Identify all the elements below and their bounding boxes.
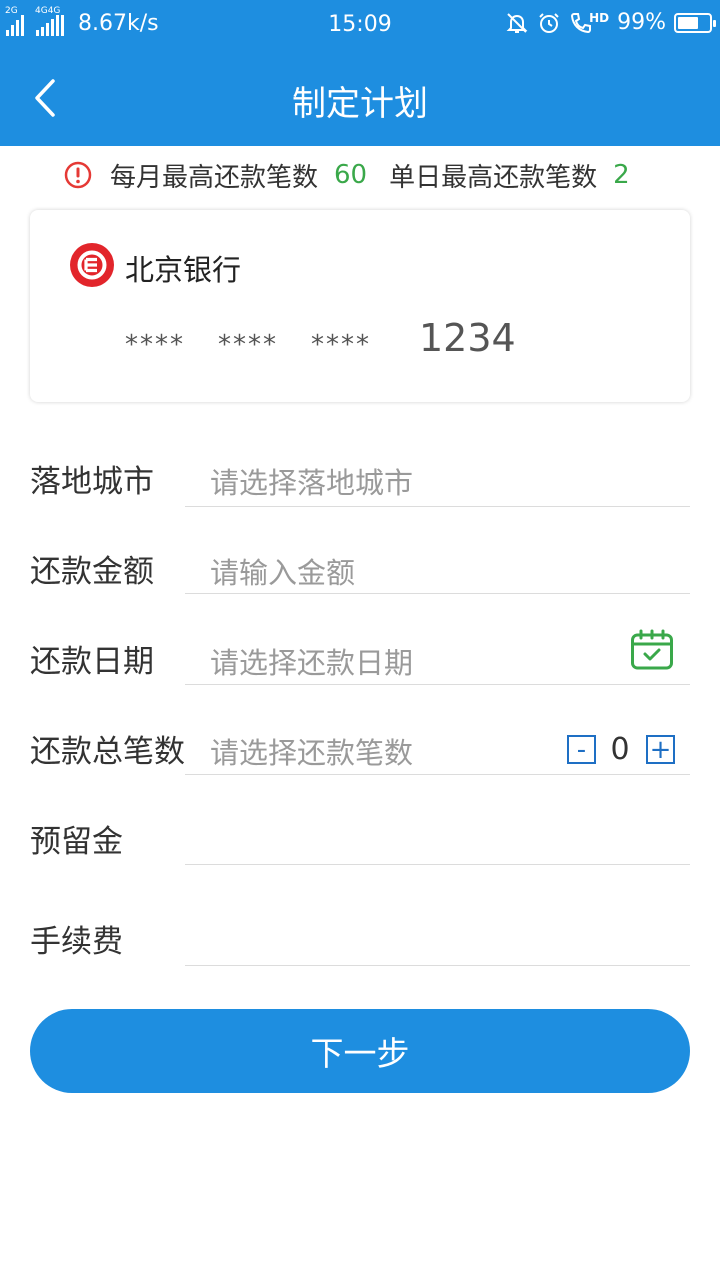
bell-off-icon (506, 12, 528, 33)
date-label: 还款日期 (30, 644, 154, 680)
date-field[interactable] (185, 620, 690, 685)
daily-limit-value: 2 (613, 160, 630, 190)
form-row-fee: 手续费 (0, 900, 720, 970)
card-number-mask: **** (218, 330, 278, 360)
city-label: 落地城市 (30, 464, 154, 500)
warning-circle-icon (64, 161, 92, 189)
next-step-button[interactable]: 下一步 (30, 1009, 690, 1093)
bank-logo-icon (70, 243, 114, 287)
fee-field[interactable] (185, 900, 690, 966)
status-bar: 2G 4G4G 8.67k/s 15:09 HD 99% (0, 0, 720, 50)
bank-name: 北京银行 (125, 253, 242, 287)
battery-icon (674, 12, 716, 33)
amount-label: 还款金额 (30, 554, 154, 590)
title-bar: 制定计划 (0, 50, 720, 146)
reserve-field[interactable] (185, 800, 690, 865)
back-button[interactable] (20, 72, 70, 124)
reserve-label: 预留金 (30, 824, 123, 860)
decrement-button[interactable]: - (567, 735, 596, 764)
city-field[interactable] (185, 440, 690, 507)
form-row-reserve: 预留金 (0, 800, 720, 870)
form-row-date: 还款日期 请选择还款日期 (0, 620, 720, 690)
limit-notice: 每月最高还款笔数 60 单日最高还款笔数 2 (64, 155, 652, 195)
status-right: HD 99% (505, 10, 716, 35)
form-row-amount: 还款金额 请输入金额 (0, 530, 720, 600)
hd-label: HD (589, 10, 610, 25)
fee-label: 手续费 (30, 924, 123, 960)
amount-field[interactable] (185, 530, 690, 594)
battery-percent: 99% (617, 10, 666, 35)
form-row-city: 落地城市 请选择落地城市 (0, 440, 720, 510)
form-row-count: 还款总笔数 请选择还款笔数 - 0 + (0, 710, 720, 780)
bank-card: 北京银行 **** **** **** 1234 (30, 210, 690, 402)
increment-button[interactable]: + (646, 735, 675, 764)
page-title: 制定计划 (292, 84, 428, 124)
card-number-mask: **** (311, 330, 371, 360)
card-number-mask: **** (125, 330, 185, 360)
hd-call-icon: HD (569, 11, 609, 35)
monthly-limit-label: 每月最高还款笔数 (110, 162, 319, 193)
monthly-limit-value: 60 (334, 160, 368, 190)
alarm-icon (539, 12, 559, 33)
card-last-digits: 1234 (419, 316, 516, 360)
daily-limit-label: 单日最高还款笔数 (389, 162, 598, 193)
calendar-check-icon[interactable] (630, 629, 674, 671)
chevron-left-icon (35, 79, 55, 117)
count-label: 还款总笔数 (30, 734, 185, 770)
count-value: 0 (610, 732, 630, 767)
